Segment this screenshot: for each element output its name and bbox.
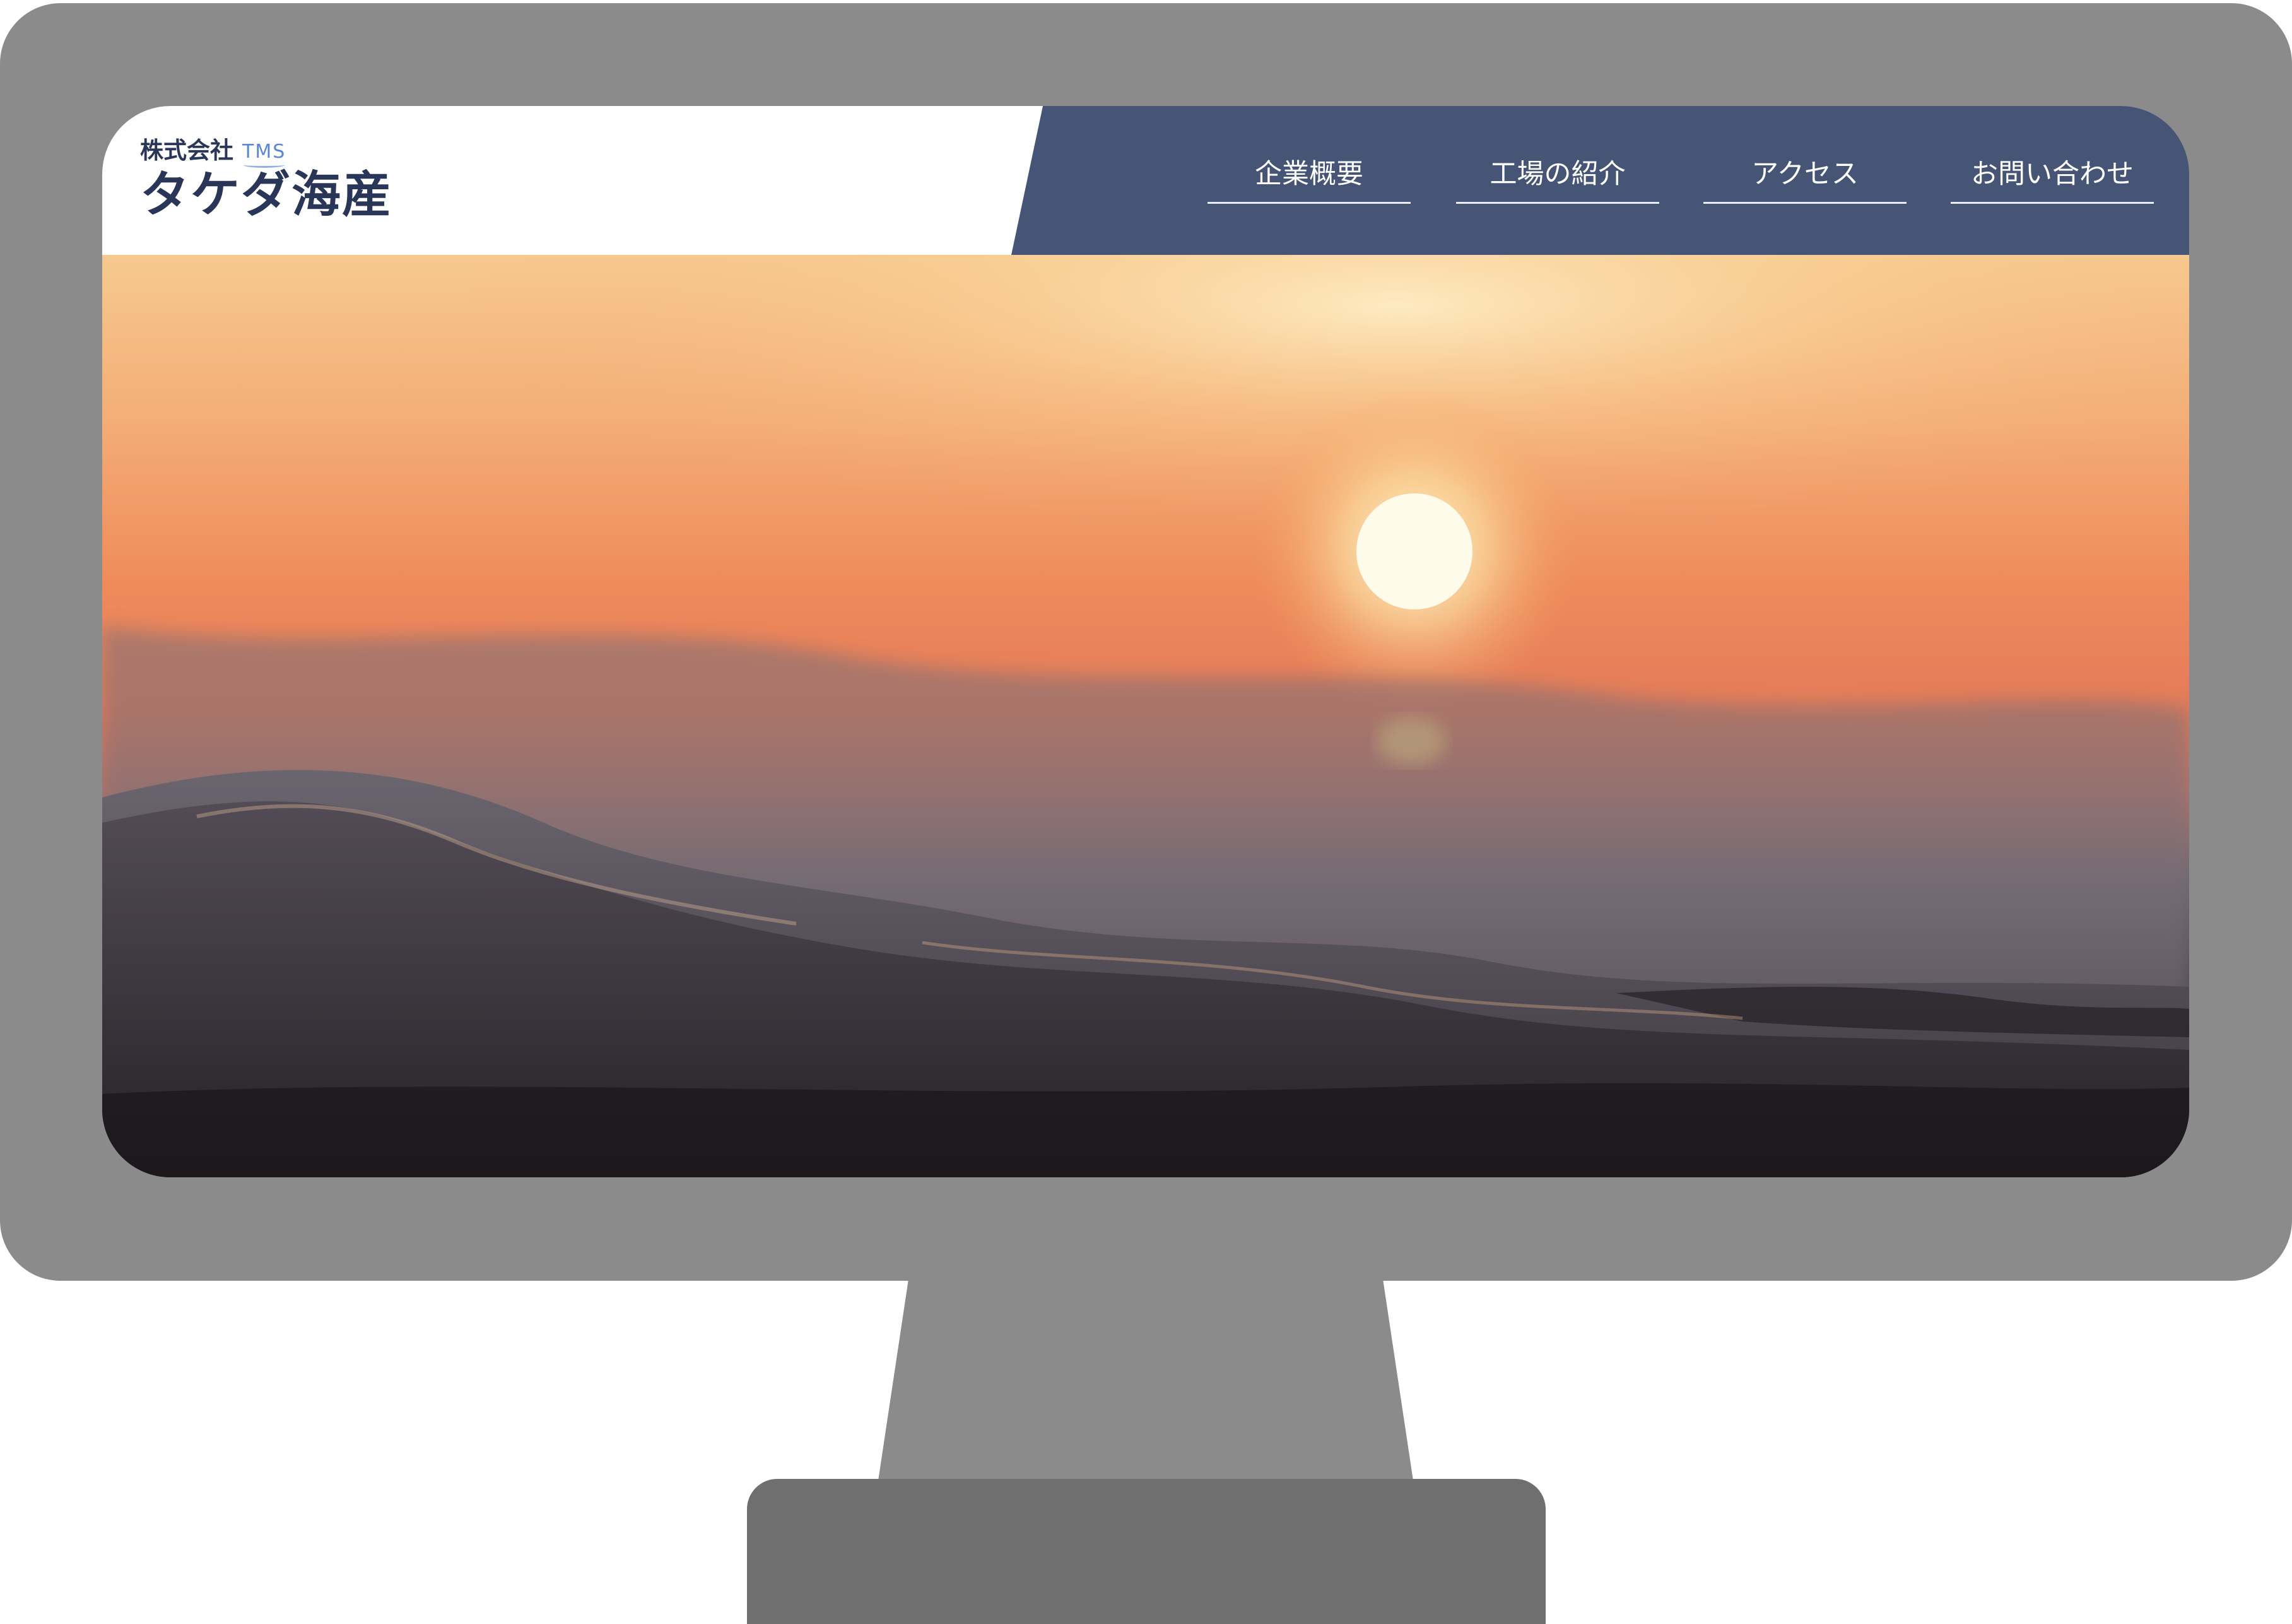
monitor-stand-neck: [877, 1274, 1414, 1489]
monitor-screen: 株式会社 TMS タケダ海産 企業概要 工場の紹介 アクセス お問い合わせ: [102, 106, 2189, 1177]
nav-item-contact[interactable]: お問い合わせ: [1951, 155, 2154, 204]
nav-item-access[interactable]: アクセス: [1703, 155, 1907, 204]
nav-item-factory[interactable]: 工場の紹介: [1456, 155, 1659, 204]
hero-image: [102, 255, 2189, 1177]
monitor-stand-base: [747, 1479, 1546, 1624]
site-header: 株式会社 TMS タケダ海産 企業概要 工場の紹介 アクセス お問い合わせ: [102, 106, 2189, 255]
main-nav: 企業概要 工場の紹介 アクセス お問い合わせ: [102, 155, 2189, 218]
nav-item-company-overview[interactable]: 企業概要: [1208, 155, 1411, 204]
sun: [1356, 493, 1472, 609]
